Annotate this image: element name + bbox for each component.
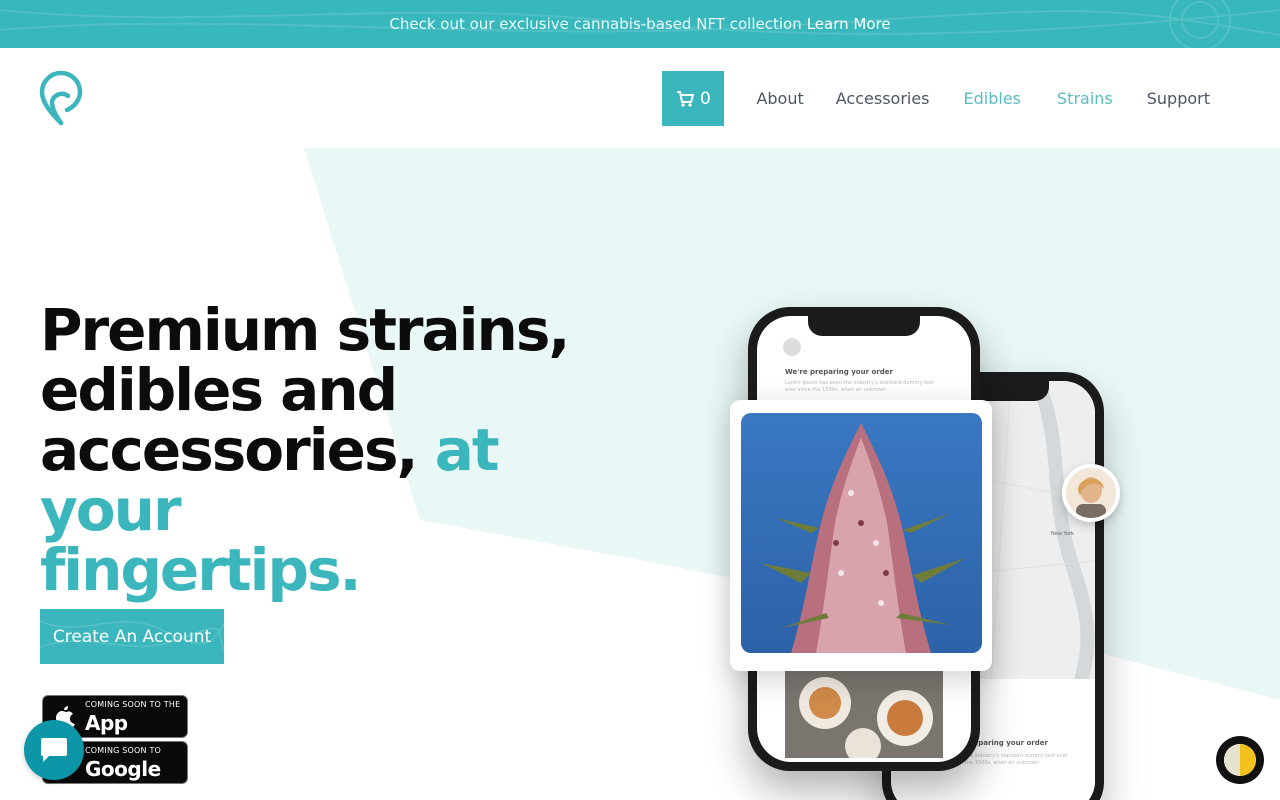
announcement-text: Check out our exclusive cannabis-based N…	[389, 15, 802, 33]
google-play-name: Google Play	[85, 757, 161, 800]
phone-notch	[808, 316, 920, 336]
create-account-label: Create An Account	[52, 626, 212, 647]
map-city-label: New York	[1051, 531, 1074, 537]
hero-line-1: Premium strains,	[40, 296, 570, 364]
nav-edibles[interactable]: Edibles	[964, 89, 1022, 108]
hero-line-4-accent: fingertips.	[40, 536, 362, 604]
food-photo	[785, 668, 943, 758]
product-card[interactable]	[730, 400, 992, 671]
nav-about[interactable]: About	[756, 89, 803, 108]
order-panel-body: the industry's standard dummy text ever …	[965, 753, 1068, 766]
hero-line-3: accessories,	[40, 416, 419, 484]
person-photo	[1066, 468, 1116, 518]
learn-more-link[interactable]: Learn More	[807, 15, 891, 33]
chat-bubble-icon	[41, 738, 67, 762]
google-play-small-text: COMING SOON TO	[85, 746, 162, 755]
cart-count: 0	[700, 88, 711, 109]
theme-toggle-button[interactable]	[1216, 736, 1264, 784]
avatar	[783, 338, 801, 356]
customer-avatar	[1062, 464, 1120, 522]
nav-accessories[interactable]: Accessories	[836, 89, 930, 108]
order-status-title: We're preparing your order	[785, 368, 893, 376]
nav-support[interactable]: Support	[1147, 89, 1210, 108]
nav-strains[interactable]: Strains	[1057, 89, 1113, 108]
order-status-body: Lorem Ipsum has been the industry's stan…	[785, 380, 934, 393]
create-account-button[interactable]: Create An Account	[40, 609, 224, 664]
chat-button[interactable]	[24, 720, 84, 780]
cart-button[interactable]: 0	[662, 71, 725, 126]
cannabis-bud-illustration	[741, 413, 982, 653]
announcement-bar: Check out our exclusive cannabis-based N…	[0, 0, 1280, 48]
strain-photo	[741, 413, 982, 653]
app-store-small-text: COMING SOON TO THE	[85, 700, 181, 709]
hero-headline: Premium strains, edibles and accessories…	[40, 300, 640, 600]
half-moon-toggle-icon	[1224, 744, 1256, 776]
hero-line-2: edibles and	[40, 356, 398, 424]
main-nav: 0 About Accessories Edibles Strains Supp…	[662, 71, 1226, 126]
cart-icon	[677, 90, 695, 107]
map-pin-logo-icon[interactable]	[38, 70, 84, 126]
